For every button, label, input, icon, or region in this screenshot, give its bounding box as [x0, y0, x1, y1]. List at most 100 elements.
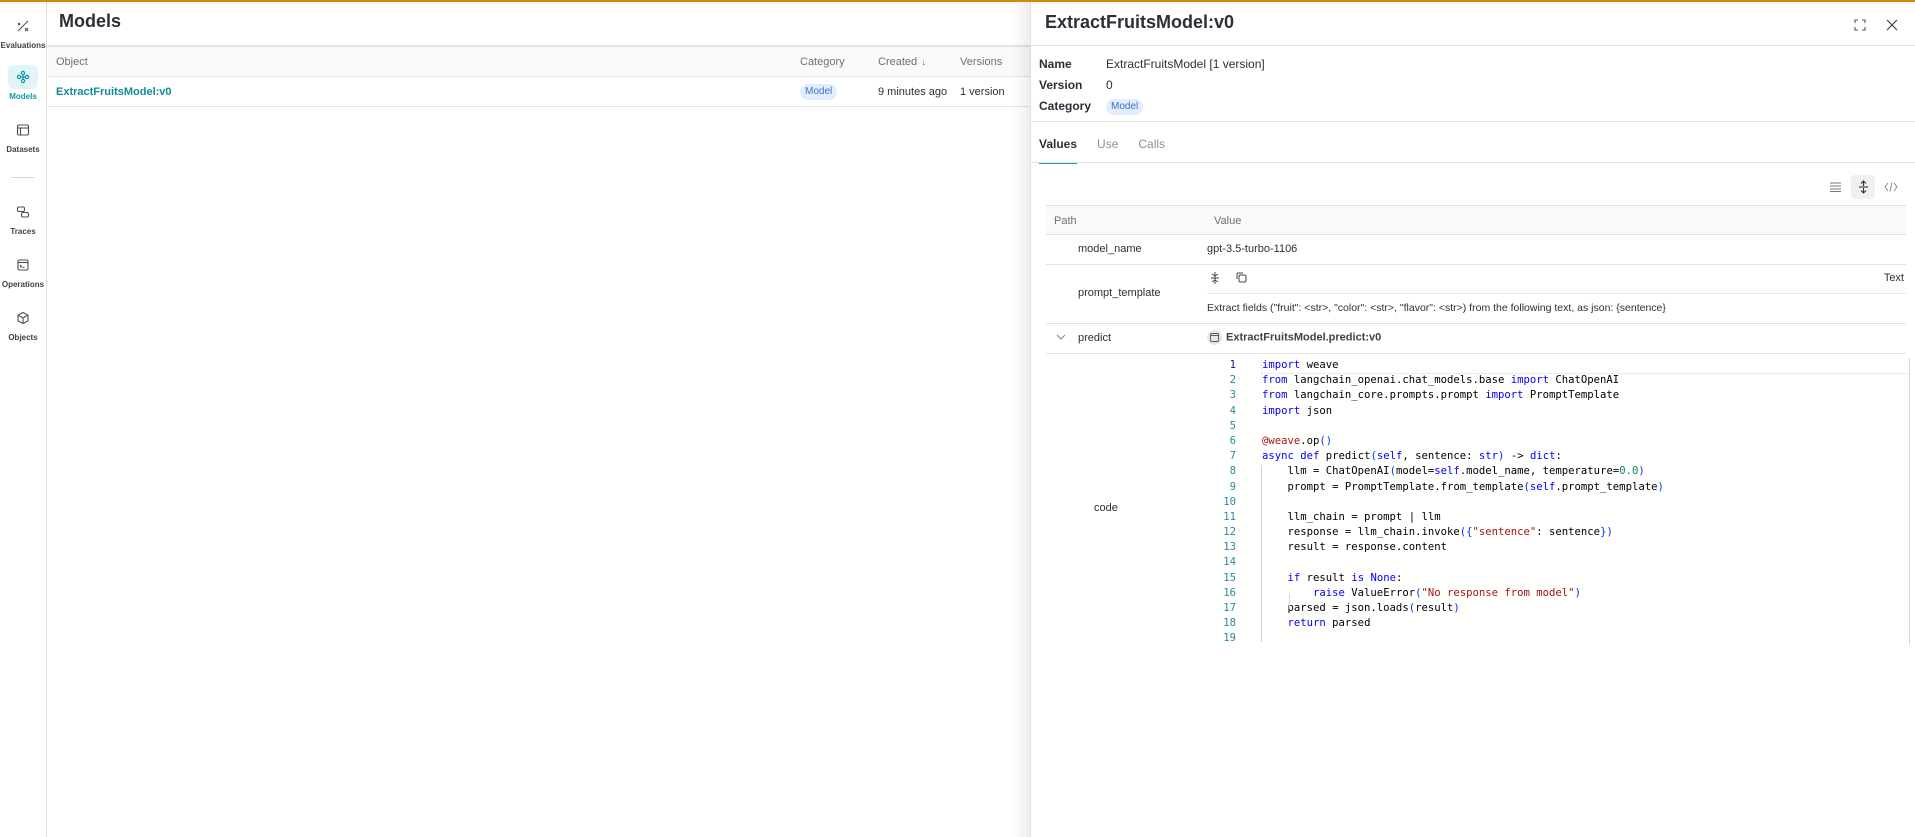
code-text: from langchain_core.prompts.prompt impor… [1262, 389, 1620, 402]
divider [1031, 45, 1915, 46]
code-text: raise ValueError("No response from model… [1313, 586, 1581, 599]
meta-name-row: Name ExtractFruitsModel [1 version] [1039, 54, 1265, 75]
path-cell-code: code [1094, 502, 1118, 514]
drawer-actions [1851, 16, 1901, 34]
code-line[interactable]: 1 import weave [1210, 358, 1909, 375]
drawer-shadow [1012, 2, 1030, 837]
page-title: Models [59, 11, 122, 31]
code-text: async def predict(self, sentence: str) -… [1262, 450, 1562, 463]
operations-icon [8, 253, 38, 277]
code-line[interactable]: 9 prompt = PromptTemplate.from_template(… [1210, 480, 1909, 495]
code-line[interactable]: 2 from langchain_openai.chat_models.base … [1210, 373, 1909, 388]
indent-guide [1289, 594, 1290, 609]
sidebar-item-datasets[interactable]: Datasets [0, 118, 46, 154]
value-row-model-name: model_name gpt-3.5-turbo-1106 [1046, 235, 1906, 265]
code-editor[interactable]: 1 import weave 2 from langchain_openai.chat… [1210, 358, 1910, 645]
column-header-category[interactable]: Category [800, 47, 845, 77]
column-header-versions[interactable]: Versions [960, 47, 1002, 77]
code-line[interactable]: 6 @weave.op() [1210, 434, 1909, 449]
code-line[interactable]: 8 llm = ChatOpenAI(model=self.model_name… [1210, 464, 1909, 479]
code-line[interactable]: 10 [1210, 495, 1909, 510]
line-number: 19 [1223, 632, 1236, 645]
code-line[interactable]: 19 [1210, 631, 1909, 645]
path-cell: prompt_template [1078, 287, 1161, 299]
code-text: llm = ChatOpenAI(model=self.model_name, … [1262, 465, 1645, 478]
code-line[interactable]: 18 return parsed [1210, 616, 1909, 631]
sidebar-item-models[interactable]: Models [0, 65, 46, 101]
expand-collapse-icon[interactable] [1851, 175, 1875, 199]
code-line[interactable]: 11 llm_chain = prompt | llm [1210, 510, 1909, 525]
value-row-predict[interactable]: predict ExtractFruitsModel.predict:v0 [1046, 324, 1906, 354]
prompt-toolbar: Text [1207, 265, 1906, 294]
copy-icon[interactable] [1236, 272, 1247, 286]
category-cell: Model [800, 77, 838, 107]
meta-name-value[interactable]: ExtractFruitsModel [1 version] [1106, 54, 1265, 75]
line-number: 18 [1223, 617, 1236, 630]
column-header-created-label: Created [878, 56, 918, 68]
wrap-text-icon[interactable] [1210, 272, 1220, 287]
line-number: 13 [1223, 541, 1236, 554]
sidebar-item-objects[interactable]: Objects [0, 306, 46, 342]
table-header: Object Category Created ↓ Versions [48, 47, 1030, 77]
code-line[interactable]: 7 async def predict(self, sentence: str) … [1210, 449, 1909, 464]
code-line[interactable]: 3 from langchain_core.prompts.prompt impo… [1210, 388, 1909, 403]
versions-cell[interactable]: 1 version [960, 77, 1005, 107]
code-line[interactable]: 5 [1210, 419, 1909, 434]
code-view-icon[interactable] [1879, 175, 1903, 199]
line-number: 10 [1223, 495, 1236, 508]
value-cell: gpt-3.5-turbo-1106 [1207, 243, 1298, 255]
fullscreen-icon[interactable] [1851, 16, 1869, 34]
drawer-title: ExtractFruitsModel:v0 [1045, 12, 1235, 32]
line-number: 6 [1229, 434, 1236, 447]
line-number: 11 [1223, 510, 1236, 523]
format-label[interactable]: Text [1884, 272, 1904, 284]
object-metadata: Name ExtractFruitsModel [1 version] Vers… [1039, 54, 1265, 117]
tab-values[interactable]: Values [1039, 132, 1078, 164]
column-header-object[interactable]: Object [56, 47, 88, 77]
code-text: llm_chain = prompt | llm [1262, 510, 1441, 523]
line-number: 15 [1223, 571, 1236, 584]
tab-calls[interactable]: Calls [1138, 132, 1165, 164]
object-link[interactable]: ExtractFruitsModel:v0 [56, 77, 172, 107]
code-line[interactable]: 4 import json [1210, 404, 1909, 419]
sidebar-item-traces[interactable]: Traces [0, 200, 46, 236]
code-line[interactable]: 13 result = response.content [1210, 540, 1909, 555]
line-number: 16 [1223, 586, 1236, 599]
evaluations-icon [8, 14, 38, 38]
tab-use[interactable]: Use [1097, 132, 1118, 164]
code-text: return parsed [1287, 617, 1371, 630]
sort-descending-icon[interactable]: ↓ [921, 57, 926, 68]
values-table-header: Path Value [1046, 205, 1906, 235]
path-cell: predict [1078, 332, 1112, 344]
path-cell: model_name [1078, 243, 1142, 255]
chevron-down-icon[interactable] [1056, 332, 1066, 343]
code-line[interactable]: 12 response = llm_chain.invoke({"sentenc… [1210, 525, 1909, 540]
column-header-created[interactable]: Created ↓ [878, 47, 926, 77]
top-accent-bar [0, 0, 1915, 2]
list-view-icon[interactable] [1823, 175, 1847, 199]
line-number: 1 [1229, 359, 1236, 371]
close-icon[interactable] [1883, 16, 1901, 34]
models-page: Models Object Category Created ↓ Versions… [48, 2, 1030, 837]
code-text: prompt = PromptTemplate.from_template(se… [1262, 480, 1664, 493]
meta-category-label: Category [1039, 99, 1092, 113]
line-number: 3 [1229, 389, 1236, 402]
created-cell: 9 minutes ago [878, 86, 948, 98]
line-number: 14 [1223, 556, 1236, 569]
code-line[interactable]: 14 [1210, 555, 1909, 570]
models-table: Object Category Created ↓ Versions Extrac… [48, 45, 1030, 107]
line-number: 7 [1229, 450, 1236, 463]
op-ref-link[interactable]: ExtractFruitsModel.predict:v0 [1207, 330, 1381, 345]
meta-version-row: Version 0 [1039, 75, 1265, 96]
code-line[interactable]: 15 if result is None: [1210, 571, 1909, 586]
code-line[interactable]: 17 parsed = json.loads(result) [1210, 601, 1909, 616]
traces-icon [8, 200, 38, 224]
sidebar-divider [11, 177, 35, 178]
code-text: response = llm_chain.invoke({"sentence":… [1262, 526, 1613, 539]
code-text: import weave [1261, 358, 1909, 375]
sidebar-item-evaluations[interactable]: Evaluations [0, 14, 46, 50]
line-number: 4 [1229, 404, 1236, 417]
table-row[interactable]: ExtractFruitsModel:v0 Model 9 minutes ag… [48, 77, 1030, 107]
code-line[interactable]: 16 raise ValueError("No response from mo… [1210, 586, 1909, 601]
sidebar-item-operations[interactable]: Operations [0, 253, 46, 289]
